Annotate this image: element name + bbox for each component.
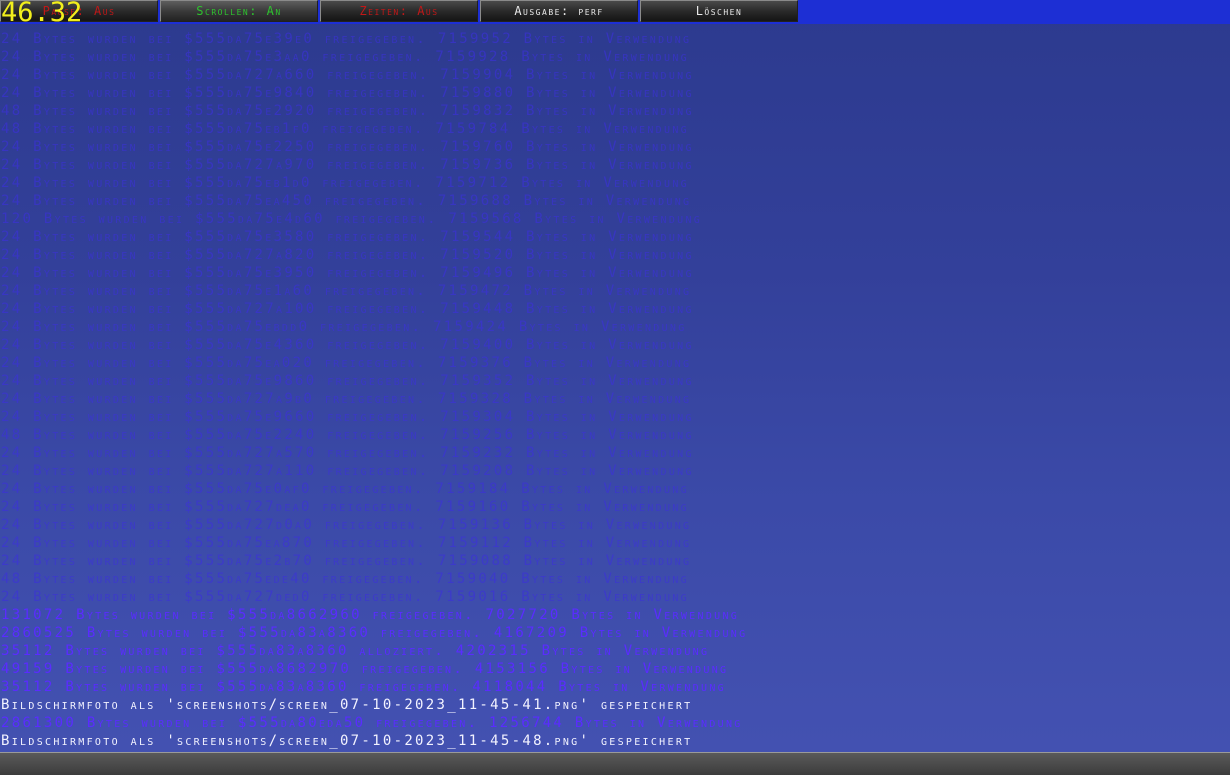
console-toolbar: Pause: Aus Scrollen: An Zeiten: Aus Ausg… bbox=[0, 0, 1230, 24]
log-line: 24 Bytes wurden bei $555da75ebdd0 freige… bbox=[1, 319, 687, 335]
log-line: 24 Bytes wurden bei $555da75e4360 freige… bbox=[1, 337, 694, 353]
log-line: 24 Bytes wurden bei $555da727ded0 freige… bbox=[1, 589, 689, 605]
log-line: 24 Bytes wurden bei $555da75e1a60 freige… bbox=[1, 283, 692, 299]
log-line: 24 Bytes wurden bei $555da75ea870 freige… bbox=[1, 535, 692, 551]
log-line: 2861300 Bytes wurden bei $555da80eda50 f… bbox=[1, 715, 743, 731]
log-line: 24 Bytes wurden bei $555da727dea0 freige… bbox=[1, 499, 689, 515]
output-channel-button[interactable]: Ausgabe: perf bbox=[480, 0, 638, 22]
fps-counter: 46.32 bbox=[1, 0, 83, 28]
scroll-toggle-button[interactable]: Scrollen: An bbox=[160, 0, 318, 22]
log-line: 35112 Bytes wurden bei $555da83a8360 all… bbox=[1, 643, 710, 659]
log-line: 24 Bytes wurden bei $555da75e9840 freige… bbox=[1, 85, 694, 101]
log-line: 24 Bytes wurden bei $555da727d0a0 freige… bbox=[1, 517, 692, 533]
log-line: 24 Bytes wurden bei $555da75e9860 freige… bbox=[1, 373, 694, 389]
log-line: 48 Bytes wurden bei $555da75ede40 freige… bbox=[1, 571, 689, 587]
log-line: 24 Bytes wurden bei $555da75e2250 freige… bbox=[1, 139, 694, 155]
log-line: 48 Bytes wurden bei $555da75e2240 freige… bbox=[1, 427, 694, 443]
log-line: 24 Bytes wurden bei $555da75ea020 freige… bbox=[1, 355, 692, 371]
log-line: Bildschirmfoto als 'screenshots/screen_0… bbox=[1, 733, 693, 749]
log-line: 24 Bytes wurden bei $555da75e3950 freige… bbox=[1, 265, 694, 281]
log-line: 24 Bytes wurden bei $555da75e3580 freige… bbox=[1, 229, 694, 245]
log-line: 24 Bytes wurden bei $555da727a100 freige… bbox=[1, 301, 694, 317]
log-line: 49159 Bytes wurden bei $555da8682970 fre… bbox=[1, 661, 729, 677]
log-line: 24 Bytes wurden bei $555da75ea450 freige… bbox=[1, 193, 692, 209]
log-line: 35112 Bytes wurden bei $555da83a8360 fre… bbox=[1, 679, 726, 695]
log-line: 24 Bytes wurden bei $555da75e9660 freige… bbox=[1, 409, 694, 425]
log-line: 24 Bytes wurden bei $555da727a660 freige… bbox=[1, 67, 694, 83]
log-line: 24 Bytes wurden bei $555da75e2b70 freige… bbox=[1, 553, 692, 569]
console-log[interactable]: 24 Bytes wurden bei $555da75e39e0 freige… bbox=[1, 30, 1229, 752]
clear-button[interactable]: Löschen bbox=[640, 0, 798, 22]
log-line: 24 Bytes wurden bei $555da75e0af0 freige… bbox=[1, 481, 689, 497]
log-line: 48 Bytes wurden bei $555da75eb1f0 freige… bbox=[1, 121, 689, 137]
timestamps-toggle-button[interactable]: Zeiten: Aus bbox=[320, 0, 478, 22]
log-line: 2860525 Bytes wurden bei $555da83a8360 f… bbox=[1, 625, 748, 641]
log-line: 48 Bytes wurden bei $555da75e2920 freige… bbox=[1, 103, 694, 119]
log-line: 24 Bytes wurden bei $555da727a570 freige… bbox=[1, 445, 694, 461]
log-line: 131072 Bytes wurden bei $555da8662960 fr… bbox=[1, 607, 740, 623]
log-line: 24 Bytes wurden bei $555da727a970 freige… bbox=[1, 157, 694, 173]
log-line: 24 Bytes wurden bei $555da727a110 freige… bbox=[1, 463, 694, 479]
log-line: 24 Bytes wurden bei $555da75e3aa0 freige… bbox=[1, 49, 689, 65]
log-line: Bildschirmfoto als 'screenshots/screen_0… bbox=[1, 697, 693, 713]
console-input-bar[interactable] bbox=[0, 752, 1230, 775]
log-line: 24 Bytes wurden bei $555da75e39e0 freige… bbox=[1, 31, 692, 47]
log-line: 120 Bytes wurden bei $555da75e4d60 freig… bbox=[1, 211, 703, 227]
log-line: 24 Bytes wurden bei $555da75eb1d0 freige… bbox=[1, 175, 689, 191]
log-line: 24 Bytes wurden bei $555da727a9b0 freige… bbox=[1, 391, 692, 407]
log-line: 24 Bytes wurden bei $555da727a820 freige… bbox=[1, 247, 694, 263]
